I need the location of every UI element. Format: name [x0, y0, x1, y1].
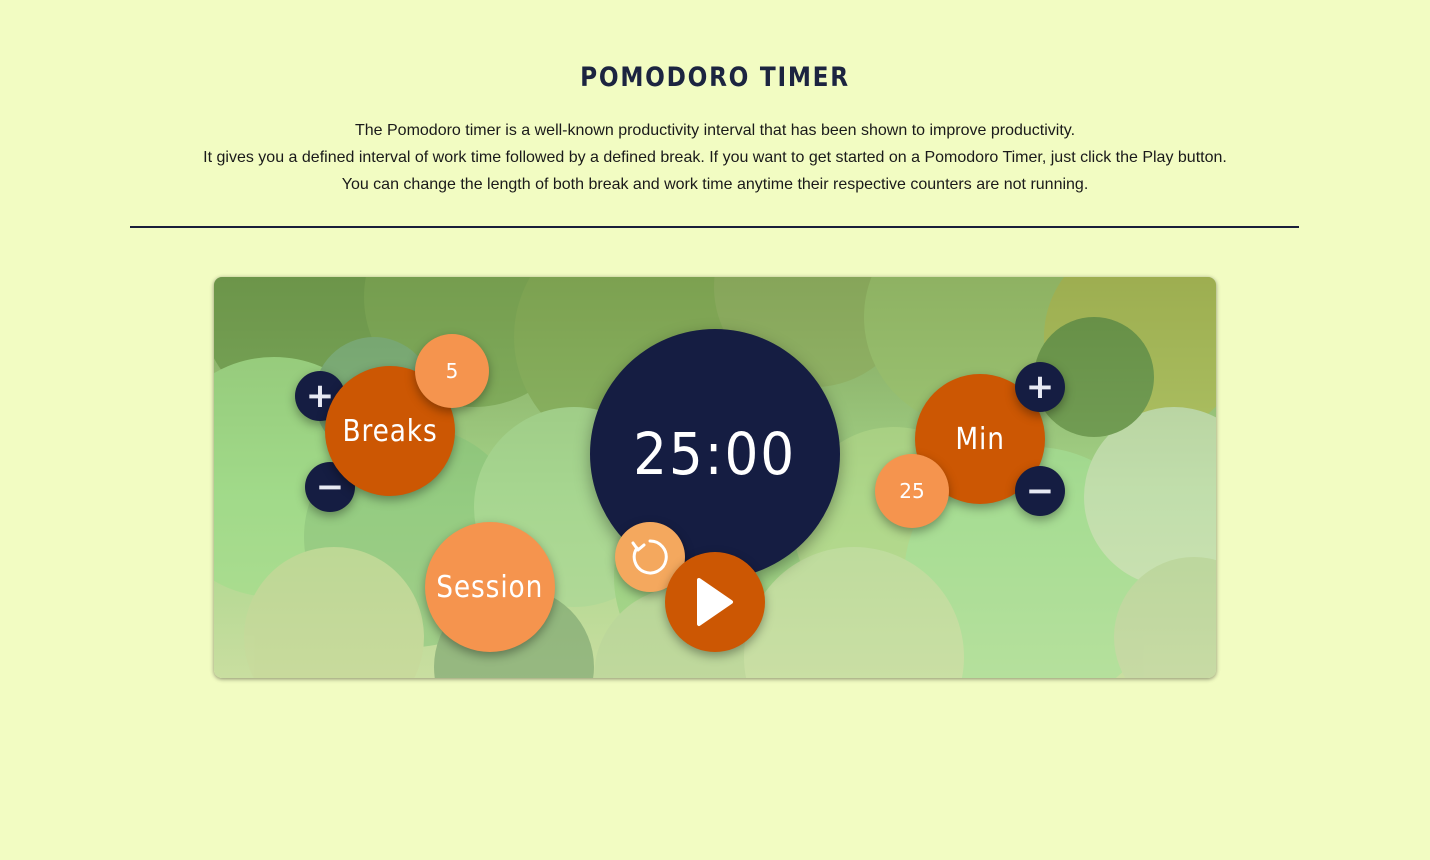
- timer-panel: + − Breaks 5 Session 25:00 Min + − 25: [214, 277, 1216, 678]
- reset-icon: [631, 539, 668, 575]
- breaks-label: Breaks: [342, 413, 438, 449]
- page-title: POMODORO TIMER: [580, 62, 850, 93]
- intro-line-3: You can change the length of both break …: [341, 176, 1089, 193]
- intro-line-2: It gives you a defined interval of work …: [203, 149, 1227, 166]
- intro-text: The Pomodoro timer is a well-known produ…: [0, 117, 1430, 198]
- play-icon: [697, 578, 733, 626]
- breaks-count-badge: 5: [415, 334, 489, 408]
- timer-time: 25:00: [633, 420, 797, 488]
- work-minus-button[interactable]: −: [1015, 466, 1065, 516]
- work-label: Min: [955, 421, 1005, 457]
- session-button[interactable]: Session: [425, 522, 555, 652]
- divider: [130, 226, 1299, 228]
- work-count-badge: 25: [875, 454, 949, 528]
- minus-icon: −: [315, 467, 345, 507]
- session-label: Session: [436, 569, 544, 605]
- plus-icon: +: [1025, 367, 1055, 407]
- breaks-count: 5: [445, 359, 459, 383]
- work-plus-button[interactable]: +: [1015, 362, 1065, 412]
- minus-icon: −: [1025, 471, 1055, 511]
- intro-line-1: The Pomodoro timer is a well-known produ…: [354, 122, 1076, 139]
- play-button[interactable]: [665, 552, 765, 652]
- work-count: 25: [899, 479, 925, 503]
